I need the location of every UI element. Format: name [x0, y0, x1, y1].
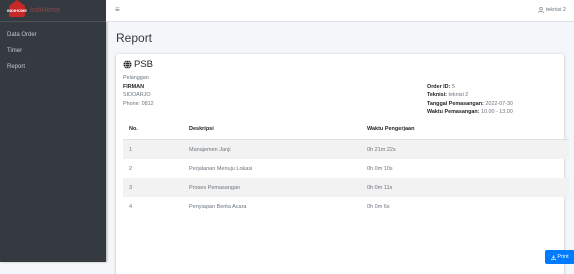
sidebar-item-report[interactable]: Report: [0, 59, 106, 75]
order-info: . Order ID: 5 Teknisi: teknisi 2 Tanggal…: [427, 74, 513, 117]
tanggal-value: 2022-07-30: [485, 100, 513, 107]
row-deskripsi: Manajemen Janji: [189, 139, 367, 159]
report-table: No. Deskripsi Waktu Pengerjaan 1 Manajem…: [123, 119, 569, 216]
order-id-value: 5: [451, 83, 455, 90]
table-row: 3 Proses Pemasangan 0h 0m 11s: [123, 178, 569, 197]
user-menu[interactable]: teknisi 2: [538, 7, 566, 13]
brand[interactable]: INDIHOME IndiHome: [0, 0, 106, 22]
column-header-deskripsi: Deskripsi: [189, 119, 367, 140]
row-waktu: 0h 0m 10s: [367, 165, 393, 172]
report-heading-text: PSB: [134, 59, 154, 70]
row-deskripsi: Proses Pemasangan: [189, 178, 367, 197]
topbar: ≡ teknisi 2: [106, 0, 574, 22]
row-waktu: 0h 0m 6s: [367, 203, 390, 210]
download-icon: [551, 254, 557, 260]
customer-info: Pelanggan FIRMAN SIDOARJO Phone: 0812: [123, 74, 154, 108]
sidebar-item-data-order[interactable]: Data Order: [0, 27, 106, 43]
main-content: Report PSB Pelanggan FIRMAN SIDOARJO Pho…: [106, 22, 574, 274]
hamburger-icon[interactable]: ≡: [115, 6, 120, 14]
table-row: 4 Penyiapan Berita Acara 0h 0m 6s: [123, 197, 569, 216]
row-deskripsi: Perjalanan Menuju Lokasi: [189, 165, 253, 172]
table-row: 2 Perjalanan Menuju Lokasi 0h 0m 10s: [123, 159, 569, 178]
globe-icon: [123, 60, 132, 69]
row-waktu: 0h 0m 11s: [367, 178, 569, 197]
waktu-value: 10.00 - 13.00: [481, 109, 513, 115]
brand-name: IndiHome: [30, 7, 60, 14]
customer-name: FIRMAN: [123, 83, 144, 90]
customer-label: Pelanggan: [123, 75, 149, 81]
teknisi-label: Teknisi:: [427, 92, 447, 98]
row-no: 1: [123, 139, 189, 159]
sidebar-item-timer[interactable]: Timer: [0, 43, 106, 59]
waktu-label: Waktu Pemasangan:: [427, 109, 480, 115]
sidebar-nav: Data Order Timer Report: [0, 22, 106, 75]
brand-logo-text: INDIHOME: [7, 8, 27, 13]
user-name: teknisi 2: [545, 7, 566, 13]
row-no: 3: [123, 178, 189, 197]
row-no: 4: [129, 203, 133, 210]
tanggal-label: Tanggal Pemasangan:: [427, 100, 484, 107]
print-button-label: Print: [557, 254, 569, 260]
row-deskripsi: Penyiapan Berita Acara: [189, 203, 247, 210]
customer-city: SIDOARJO: [123, 92, 151, 98]
customer-phone: Phone: 0812: [123, 100, 154, 107]
page-title: Report: [116, 31, 153, 45]
row-waktu: 0h 21m 22s: [367, 139, 569, 159]
table-header-row: No. Deskripsi Waktu Pengerjaan: [123, 119, 569, 140]
table-row: 1 Manajemen Janji 0h 21m 22s: [123, 139, 569, 159]
column-header-waktu: Waktu Pengerjaan: [367, 119, 569, 140]
user-icon: [538, 7, 544, 13]
report-card: PSB Pelanggan FIRMAN SIDOARJO Phone: 081…: [116, 54, 574, 274]
brand-logo: INDIHOME: [7, 0, 27, 17]
sidebar: INDIHOME IndiHome Data Order Timer Repor…: [0, 0, 106, 262]
row-no: 2: [129, 165, 133, 172]
report-heading: PSB: [123, 59, 153, 70]
column-header-no: No.: [123, 119, 189, 140]
order-id-label: Order ID:: [427, 83, 451, 90]
teknisi-value: teknisi 2: [448, 92, 469, 98]
